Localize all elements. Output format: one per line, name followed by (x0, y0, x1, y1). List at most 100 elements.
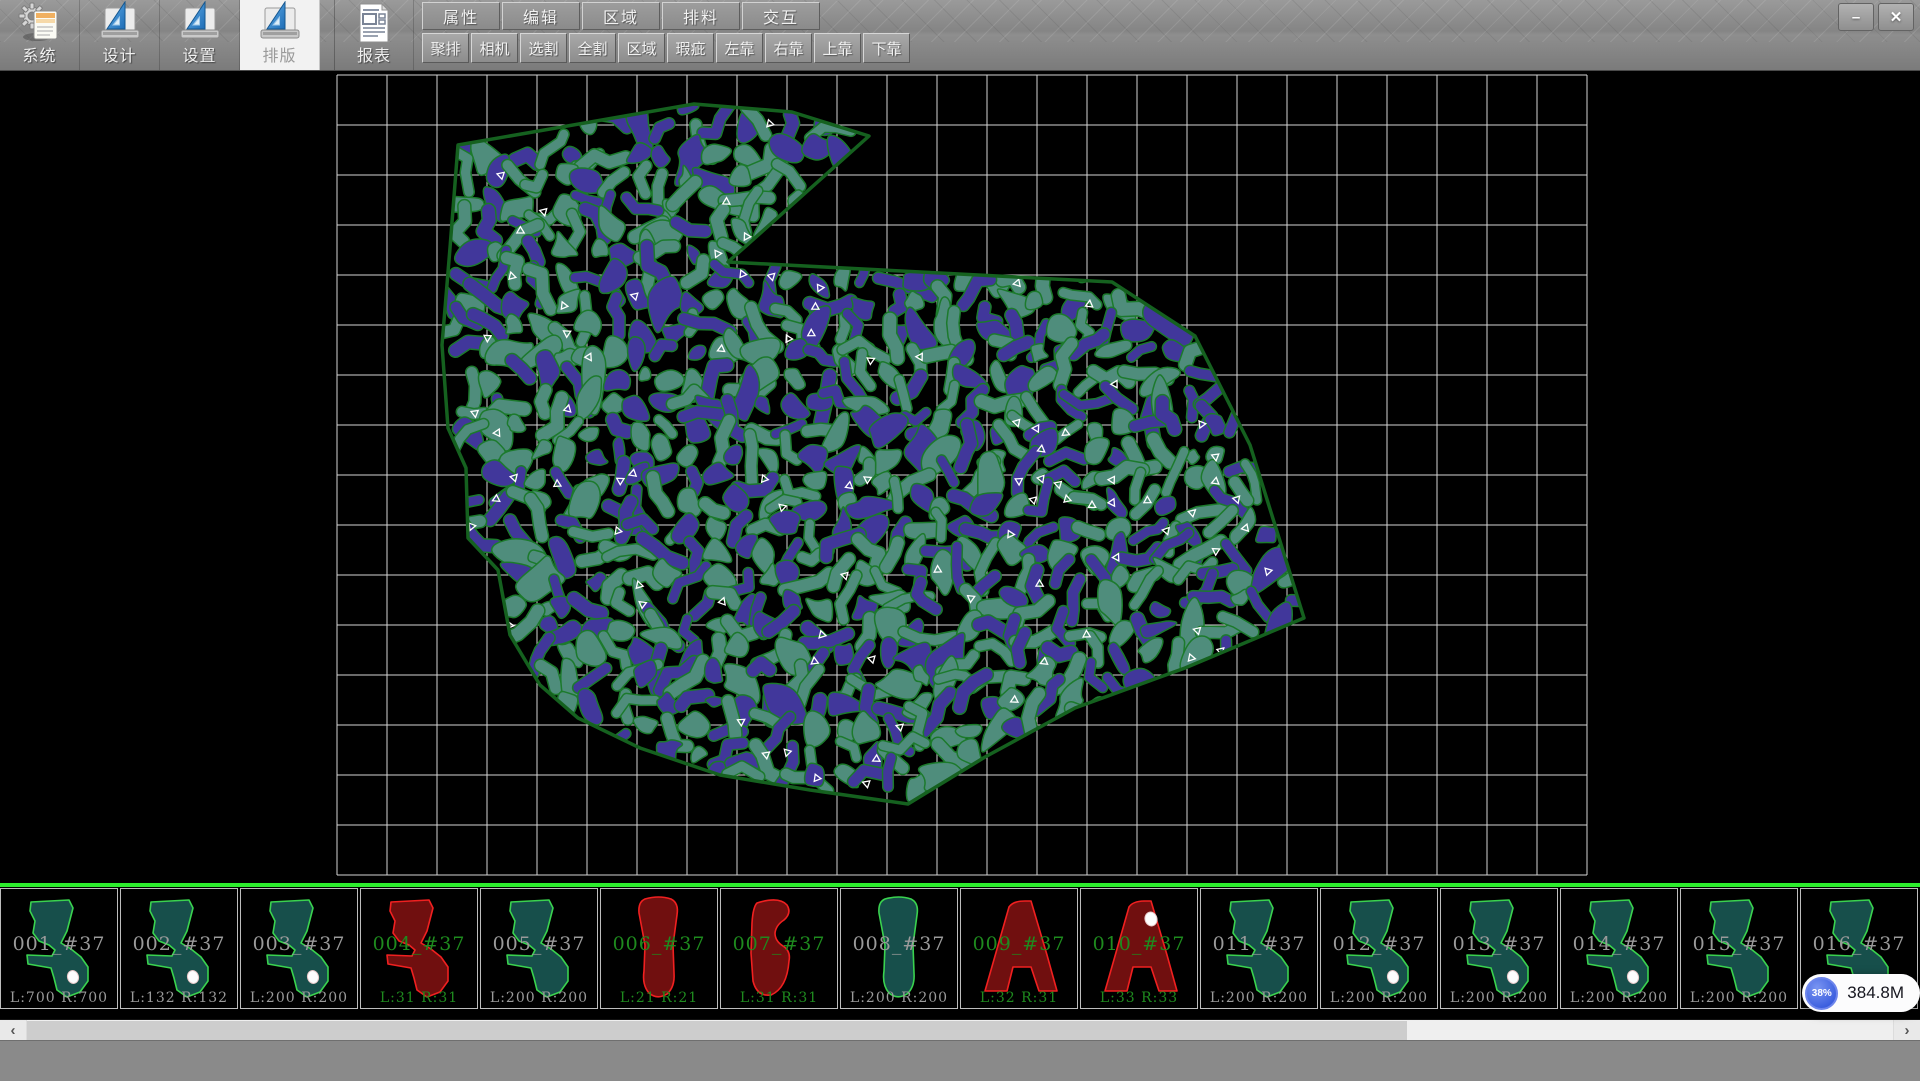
tool-button-snap-bottom[interactable]: 下靠 (863, 33, 910, 63)
minimize-button[interactable]: – (1838, 3, 1874, 31)
nested-piece[interactable] (713, 209, 728, 237)
nested-piece[interactable] (528, 241, 539, 262)
nested-piece[interactable] (654, 240, 674, 259)
tool-button-snap-top[interactable]: 上靠 (814, 33, 861, 63)
nested-piece[interactable] (704, 503, 723, 515)
piece-thumbnail[interactable]: 005_#37 L:200 R:200 (480, 888, 598, 1009)
main-button-settings[interactable]: 设置 (160, 0, 240, 70)
nested-piece[interactable] (454, 340, 481, 351)
nested-piece[interactable] (668, 182, 700, 205)
piece-thumbnail[interactable]: 006_#37 L:21 R:21 (600, 888, 718, 1009)
nested-piece[interactable] (775, 309, 797, 320)
nesting-canvas[interactable] (0, 70, 1920, 883)
nested-piece[interactable] (630, 711, 659, 737)
nested-piece[interactable] (786, 770, 805, 782)
tool-button-cut-all[interactable]: 全割 (569, 33, 616, 63)
tool-button-cluster-nest[interactable]: 聚排 (422, 33, 469, 63)
piece-thumbnail[interactable]: 007_#37 L:31 R:31 (720, 888, 838, 1009)
main-button-report[interactable]: 报表 (334, 0, 414, 70)
nested-piece[interactable] (515, 154, 537, 163)
nested-piece[interactable] (628, 419, 654, 454)
main-button-system[interactable]: 系统 (0, 0, 80, 70)
nested-piece[interactable] (636, 165, 651, 194)
nested-piece[interactable] (578, 664, 606, 691)
nested-piece[interactable] (584, 447, 608, 470)
tool-button-camera[interactable]: 相机 (471, 33, 518, 63)
piece-thumbnail[interactable]: 010_#37 L:33 R:33 (1080, 888, 1198, 1009)
nested-piece[interactable] (652, 341, 673, 356)
menu-tab-region[interactable]: 区域 (582, 2, 660, 30)
nested-piece[interactable] (1077, 527, 1099, 534)
nested-piece[interactable] (785, 114, 795, 137)
menu-tab-edit[interactable]: 编辑 (502, 2, 580, 30)
nested-piece[interactable] (689, 542, 698, 572)
nested-piece[interactable] (1147, 599, 1172, 622)
nested-piece[interactable] (539, 130, 564, 168)
nested-piece[interactable] (578, 150, 626, 168)
nested-piece[interactable] (803, 471, 827, 490)
nested-piece[interactable] (832, 260, 854, 291)
tool-button-snap-right[interactable]: 右靠 (765, 33, 812, 63)
nested-piece[interactable] (887, 758, 891, 787)
nested-piece[interactable] (653, 368, 686, 394)
nested-piece[interactable] (479, 210, 495, 242)
piece-thumbnail[interactable]: 013_#37 L:200 R:200 (1440, 888, 1558, 1009)
piece-thumbnail[interactable]: 015_#37 L:200 R:200 (1680, 888, 1798, 1009)
piece-thumbnail[interactable]: 014_#37 L:200 R:200 (1560, 888, 1678, 1009)
nested-piece[interactable] (1030, 570, 1040, 599)
tool-button-select-cut[interactable]: 选割 (520, 33, 567, 63)
scrollbar-thumb[interactable] (27, 1021, 1407, 1040)
nested-piece[interactable] (611, 417, 627, 435)
nested-piece[interactable] (676, 708, 712, 740)
nested-piece[interactable] (809, 345, 834, 367)
main-button-nesting[interactable]: 排版 (240, 0, 320, 70)
nested-piece[interactable] (1130, 344, 1151, 357)
nested-piece[interactable] (955, 546, 964, 589)
nested-piece[interactable] (727, 701, 737, 734)
nested-piece[interactable] (611, 297, 623, 334)
scroll-left-button[interactable]: ‹ (0, 1020, 27, 1041)
nested-piece[interactable] (780, 365, 810, 392)
nested-piece[interactable] (1072, 579, 1080, 621)
nested-piece[interactable] (1251, 590, 1268, 618)
piece-thumbnail[interactable]: 003_#37 L:200 R:200 (240, 888, 358, 1009)
nested-piece[interactable] (851, 764, 883, 785)
piece-thumbnail[interactable]: 001_#37 L:700 R:700 (0, 888, 118, 1009)
tool-button-snap-left[interactable]: 左靠 (716, 33, 763, 63)
nested-piece[interactable] (935, 385, 962, 410)
nested-piece[interactable] (698, 104, 740, 139)
nested-piece[interactable] (1074, 495, 1102, 505)
nesting-canvas-svg[interactable] (0, 70, 1920, 883)
piece-thumbnail[interactable]: 004_#37 L:31 R:31 (360, 888, 478, 1009)
nested-piece[interactable] (860, 247, 870, 284)
main-button-design[interactable]: 设计 (80, 0, 160, 70)
piece-thumbnail[interactable]: 008_#37 L:200 R:200 (840, 888, 958, 1009)
nested-piece[interactable] (1042, 270, 1046, 297)
nested-piece[interactable] (936, 511, 945, 538)
nested-pieces-layer[interactable] (429, 93, 1326, 806)
menu-tab-properties[interactable]: 属性 (422, 2, 500, 30)
nested-piece[interactable] (616, 462, 627, 489)
piece-thumbnail[interactable]: 011_#37 L:200 R:200 (1200, 888, 1318, 1009)
nested-piece[interactable] (683, 619, 694, 641)
nested-piece[interactable] (1010, 315, 1020, 335)
piece-thumbnail[interactable]: 009_#37 L:32 R:31 (960, 888, 1078, 1009)
nested-piece[interactable] (613, 592, 629, 615)
menu-tab-interact[interactable]: 交互 (742, 2, 820, 30)
nested-piece[interactable] (780, 434, 797, 462)
nested-piece[interactable] (1082, 260, 1112, 289)
nested-piece[interactable] (1097, 579, 1123, 626)
nested-piece[interactable] (675, 222, 705, 232)
nested-piece[interactable] (677, 445, 698, 468)
nested-piece[interactable] (687, 258, 708, 287)
nested-piece[interactable] (881, 637, 898, 669)
nested-piece[interactable] (688, 345, 706, 360)
nested-piece[interactable] (449, 495, 479, 517)
piece-thumbnail[interactable]: 002_#37 L:132 R:132 (120, 888, 238, 1009)
nested-piece[interactable] (753, 662, 770, 670)
nested-piece[interactable] (1134, 472, 1141, 501)
scroll-right-button[interactable]: › (1893, 1020, 1920, 1041)
menu-tab-nest[interactable]: 排料 (662, 2, 740, 30)
nested-piece[interactable] (572, 599, 602, 615)
horizontal-scrollbar[interactable]: ‹ › (0, 1019, 1920, 1041)
